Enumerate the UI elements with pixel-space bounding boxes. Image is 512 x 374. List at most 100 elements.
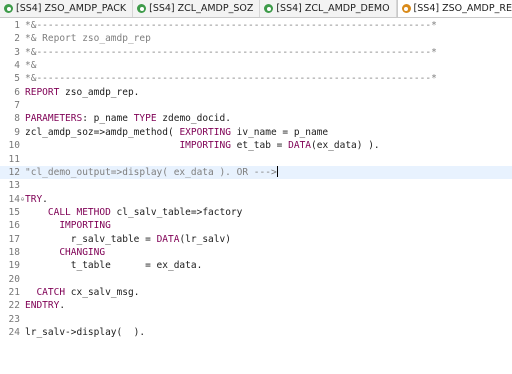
keyword-token: TRY	[25, 193, 43, 205]
line-number: 7	[14, 100, 20, 112]
code-token: : p_name	[82, 113, 134, 125]
line-number: 10	[8, 140, 20, 152]
editor-tab-bar: [SS4] ZSO_AMDP_PACK [SS4] ZCL_AMDP_SOZ [SS…	[0, 0, 512, 18]
code-token: (ex_data) ).	[311, 140, 380, 152]
tab-label: [SS4] ZCL_AMDP_SOZ	[149, 3, 254, 14]
comment-token: *& Report zso_amdp_rep	[25, 33, 151, 45]
tab-label: [SS4] ZCL_AMDP_DEMO	[276, 3, 390, 14]
line-number: 5	[14, 73, 20, 85]
code-line[interactable]: 13	[0, 179, 512, 192]
keyword-token: CATCH	[36, 287, 66, 298]
class-icon	[264, 4, 274, 13]
comment-token: *&--------------------------------------…	[25, 20, 437, 31]
keyword-token: IMPORTING	[59, 220, 111, 232]
line-number: 22	[8, 300, 20, 312]
code-token: zdemo_docid.	[156, 113, 231, 125]
line-number: 21	[8, 287, 20, 298]
code-text: CALL METHOD cl_salv_table=>factory	[25, 206, 242, 219]
code-line[interactable]: 20	[0, 273, 512, 286]
code-token: cl_salv_table=>factory	[110, 206, 243, 218]
line-number: 15	[8, 206, 20, 218]
code-text: r_salv_table = DATA(lr_salv)	[25, 233, 231, 246]
code-text: *&	[25, 59, 36, 72]
line-number: 4	[14, 60, 20, 72]
class-icon	[137, 4, 147, 13]
line-number: 20	[8, 273, 20, 285]
code-text: *&--------------------------------------…	[25, 72, 437, 85]
code-line[interactable]: 18 CHANGING	[0, 246, 512, 259]
code-line[interactable]: 16 IMPORTING	[0, 219, 512, 232]
code-token: .	[59, 300, 66, 312]
code-line[interactable]: 6 REPORT zso_amdp_rep.	[0, 86, 512, 99]
code-text: IMPORTING	[25, 219, 111, 232]
code-line[interactable]: 11	[0, 153, 512, 166]
code-line[interactable]: 24 lr_salv->display( ).	[0, 326, 512, 339]
code-text: *&--------------------------------------…	[25, 46, 437, 59]
line-number: 14	[8, 193, 20, 205]
line-number: 3	[14, 46, 20, 58]
program-icon	[401, 4, 411, 13]
tab-ss4-zcl-amdp-soz[interactable]: [SS4] ZCL_AMDP_SOZ	[133, 0, 261, 17]
keyword-token: IMPORTING	[179, 140, 231, 152]
code-token: et_tab =	[230, 140, 289, 152]
tab-ss4-zso-amdp-rep[interactable]: [SS4] ZSO_AMDP_REP×	[396, 0, 512, 17]
line-number: 2	[14, 33, 20, 45]
code-text: t_table = ex_data.	[25, 259, 203, 272]
keyword-token: EXPORTING	[179, 126, 231, 138]
package-icon	[4, 4, 13, 13]
code-text: zcl_amdp_soz=>amdp_method( EXPORTING iv_…	[25, 126, 328, 139]
tab-ss4-zcl-amdp-demo[interactable]: [SS4] ZCL_AMDP_DEMO	[260, 0, 397, 17]
code-line[interactable]: 9 zcl_amdp_soz=>amdp_method( EXPORTING iv…	[0, 126, 512, 139]
comment-token: *&--------------------------------------…	[25, 46, 437, 58]
code-line[interactable]: 2 *& Report zso_amdp_rep	[0, 32, 512, 45]
line-number: 16	[8, 220, 20, 232]
comment-token: "cl_demo_output=>display( ex_data ). OR …	[25, 166, 277, 178]
code-line[interactable]: 14 ⊖ TRY.	[0, 193, 512, 206]
code-line[interactable]: 12 "cl_demo_output=>display( ex_data ). O…	[0, 165, 512, 179]
code-text: TRY.	[25, 193, 48, 206]
code-line[interactable]: 8 PARAMETERS: p_name TYPE zdemo_docid.	[0, 112, 512, 125]
code-token: (lr_salv)	[179, 233, 231, 245]
tab-ss4-zso-amdp-pack[interactable]: [SS4] ZSO_AMDP_PACK	[0, 0, 134, 17]
code-line[interactable]: 3 *&-------------------------------------…	[0, 46, 512, 59]
code-line[interactable]: 15 CALL METHOD cl_salv_table=>factory	[0, 206, 512, 219]
keyword-token: TYPE	[133, 113, 157, 125]
text-cursor	[276, 165, 278, 177]
code-text: IMPORTING et_tab = DATA(ex_data) ).	[25, 139, 380, 152]
code-token: iv_name = p_name	[230, 126, 329, 138]
code-line[interactable]: 1 *&-------------------------------------…	[0, 19, 512, 32]
code-token: cx_salv_msg.	[65, 287, 140, 298]
code-line[interactable]: 4 *&	[0, 59, 512, 72]
line-number: 11	[8, 153, 20, 165]
keyword-token: DATA	[288, 140, 312, 152]
code-line[interactable]: 5 *&-------------------------------------…	[0, 72, 512, 85]
keyword-token: PARAMETERS	[25, 113, 83, 125]
line-number: 24	[8, 327, 20, 339]
code-line[interactable]: 23	[0, 313, 512, 326]
code-text: *&--------------------------------------…	[25, 19, 437, 32]
line-number: 13	[8, 180, 20, 192]
tab-label: [SS4] ZSO_AMDP_PACK	[16, 3, 127, 14]
line-number: 19	[8, 260, 20, 272]
code-token: .	[42, 193, 48, 205]
code-line[interactable]: 19 t_table = ex_data.	[0, 259, 512, 272]
line-number: 6	[14, 86, 20, 98]
code-line[interactable]: 7	[0, 99, 512, 112]
code-line[interactable]: 10 IMPORTING et_tab = DATA(ex_data) ).	[0, 139, 512, 152]
code-text: REPORT zso_amdp_rep.	[25, 86, 139, 99]
code-token: zso_amdp_rep.	[59, 86, 140, 98]
code-text: ENDTRY.	[25, 299, 65, 312]
code-line[interactable]: 17 r_salv_table = DATA(lr_salv)	[0, 233, 512, 246]
code-editor[interactable]: 1 *&-------------------------------------…	[0, 18, 512, 374]
code-line[interactable]: 21 CATCH cx_salv_msg.	[0, 286, 512, 299]
code-text: "cl_demo_output=>display( ex_data ). OR …	[25, 165, 278, 179]
code-line[interactable]: 22 ENDTRY.	[0, 299, 512, 312]
line-number: 1	[14, 20, 20, 31]
line-number: 8	[14, 113, 20, 125]
keyword-token: CHANGING	[59, 246, 106, 258]
code-text: *& Report zso_amdp_rep	[25, 32, 151, 45]
code-text: CATCH cx_salv_msg.	[25, 286, 139, 299]
